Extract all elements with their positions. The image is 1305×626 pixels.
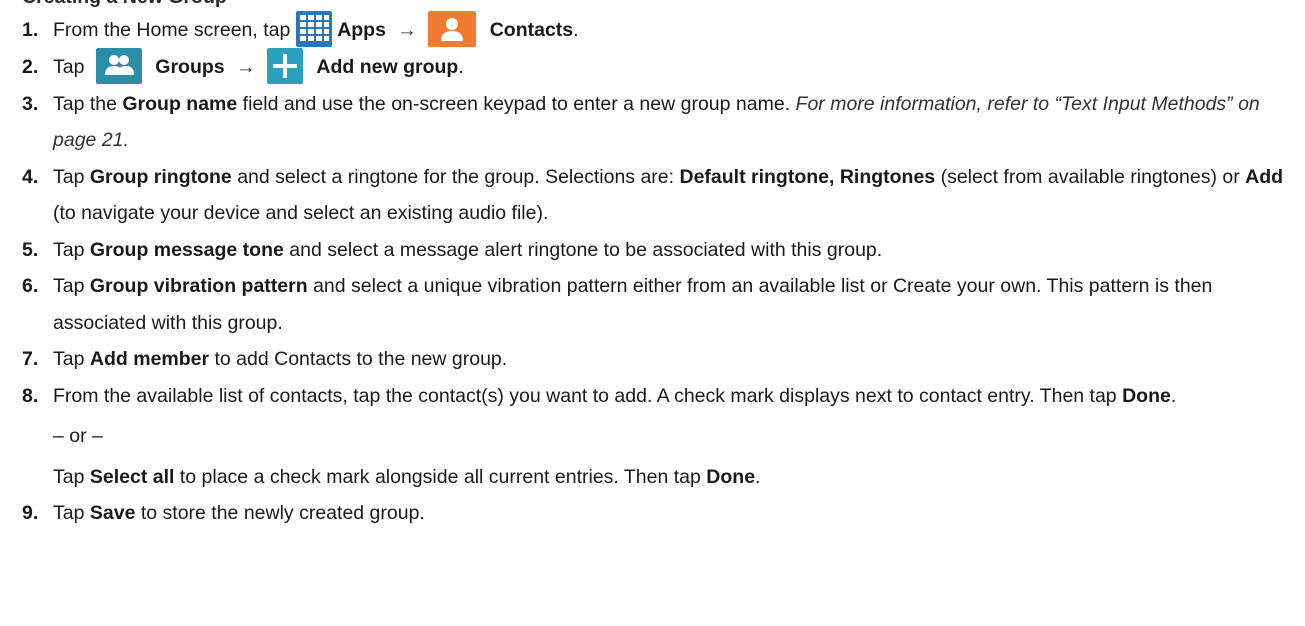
step-3: 3. Tap the Group name field and use the … (22, 86, 1292, 159)
step-number: 4. (22, 165, 39, 188)
step-number: 6. (22, 275, 39, 298)
step-number: 5. (22, 238, 39, 261)
step-1: 1. From the Home screen, tap Apps → Cont… (22, 10, 1292, 49)
step-4: 4. Tap Group ringtone and select a ringt… (22, 159, 1292, 232)
section-heading-cut: Creating a New Group (22, 0, 227, 9)
step-number: 1. (22, 19, 39, 41)
step-8-alternative: Tap Select all to place a check mark alo… (53, 465, 761, 488)
or-separator: – or – (53, 425, 103, 448)
groups-people-icon (95, 47, 142, 84)
contacts-person-icon (428, 10, 477, 47)
step-7: 7. Tap Add member to add Contacts to the… (22, 341, 1292, 378)
step-9: 9. Tap Save to store the newly created g… (22, 495, 1292, 532)
step-number: 9. (22, 502, 39, 525)
step-5: 5. Tap Group message tone and select a m… (22, 232, 1292, 269)
steps-list: 1. From the Home screen, tap Apps → Cont… (22, 10, 1292, 532)
step-2: 2. Tap Groups → Add new group. (22, 47, 1292, 86)
step-number: 7. (22, 348, 39, 371)
step-8: 8. From the available list of contacts, … (22, 378, 1292, 496)
step-6: 6. Tap Group vibration pattern and selec… (22, 268, 1292, 341)
step-number: 3. (22, 92, 39, 115)
add-plus-icon (266, 47, 303, 84)
step-number: 8. (22, 384, 39, 407)
step-number: 2. (22, 55, 39, 78)
apps-grid-icon (295, 10, 332, 47)
